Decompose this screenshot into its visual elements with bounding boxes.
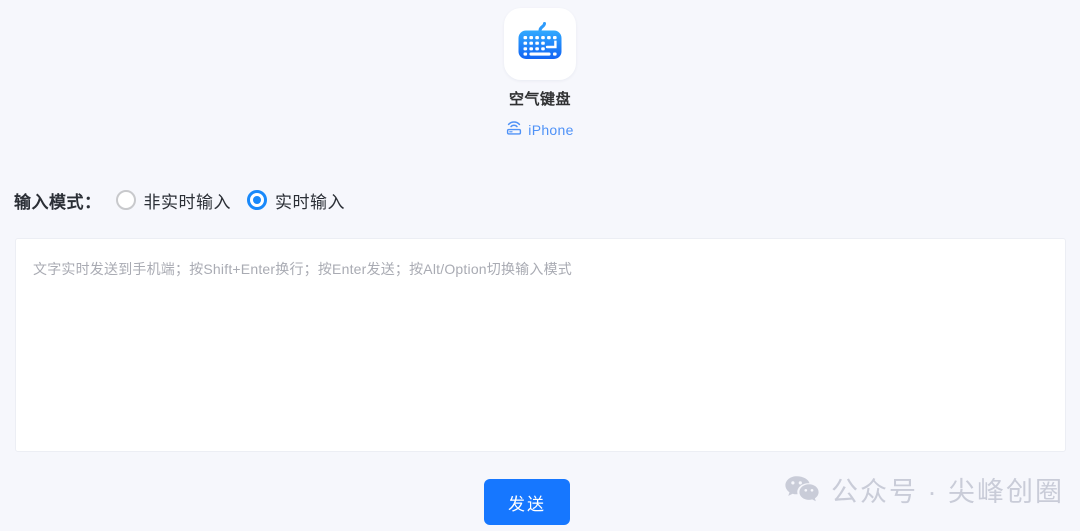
- device-card: 空气键盘 iPhone: [0, 8, 1080, 139]
- input-mode-label: 输入模式：: [14, 192, 102, 212]
- message-textarea[interactable]: 文字实时发送到手机端；按Shift+Enter换行；按Enter发送；按Alt/…: [15, 238, 1066, 452]
- radio-option-realtime[interactable]: 实时输入: [247, 188, 345, 213]
- wireless-device-icon: [506, 120, 522, 139]
- device-type-label: iPhone: [528, 121, 574, 138]
- input-mode-radio-group[interactable]: 非实时输入 实时输入: [115, 188, 346, 213]
- radio-label-non-realtime: 非实时输入: [143, 192, 231, 212]
- send-button[interactable]: 发送: [484, 479, 570, 525]
- radio-indicator-unchecked[interactable]: [115, 190, 136, 210]
- radio-indicator-checked[interactable]: [247, 190, 267, 210]
- keyboard-app-icon: [504, 8, 576, 80]
- device-name: 空气键盘: [508, 91, 571, 108]
- watermark: 公众号 · 尖峰创圈: [785, 470, 1064, 509]
- radio-option-non-realtime[interactable]: 非实时输入: [115, 188, 232, 213]
- device-type: iPhone: [506, 120, 573, 139]
- radio-label-realtime: 实时输入: [275, 192, 345, 212]
- input-mode-row: 输入模式： 非实时输入 实时输入: [14, 186, 345, 214]
- wechat-icon: [785, 475, 819, 505]
- watermark-text: 公众号 · 尖峰创圈: [831, 477, 1064, 507]
- message-textarea-placeholder: 文字实时发送到手机端；按Shift+Enter换行；按Enter发送；按Alt/…: [33, 261, 572, 277]
